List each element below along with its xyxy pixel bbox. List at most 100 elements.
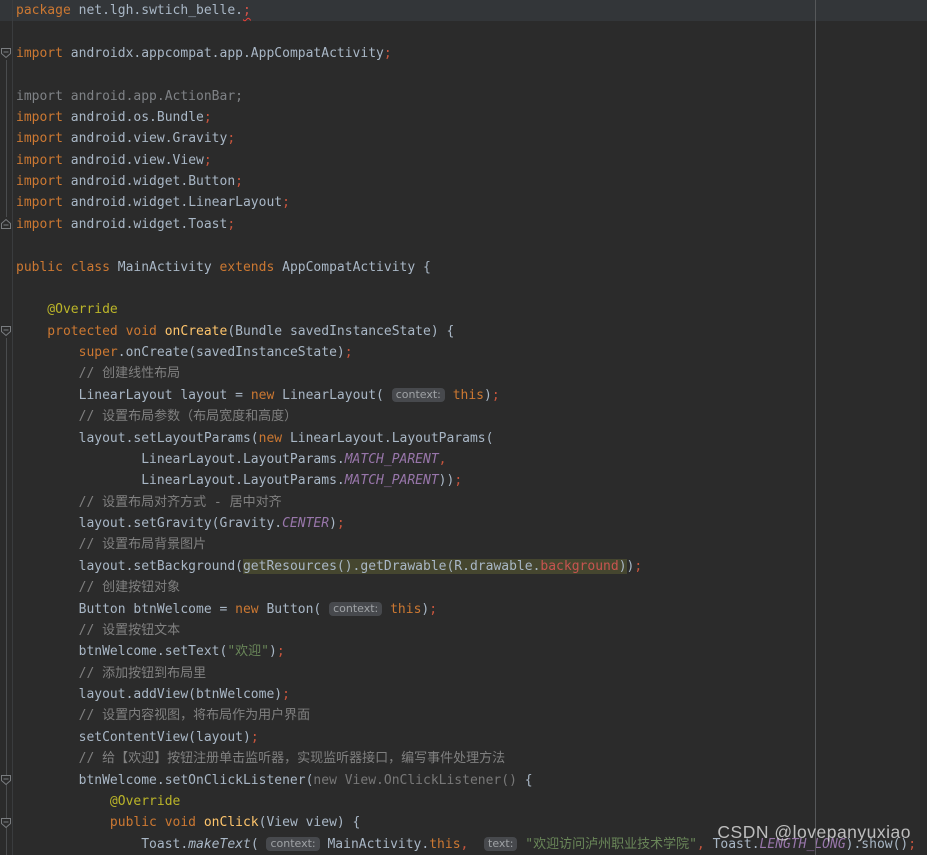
code-token: MATCH_PARENT: [344, 451, 439, 467]
code-token: ;: [235, 174, 243, 189]
code-line: // 创建线性布局: [0, 363, 927, 384]
code-token: .onCreate(savedInstanceState): [117, 345, 345, 360]
code-token: android.widget.Button: [62, 174, 236, 189]
code-token: Toast.: [704, 836, 760, 852]
code-token: public void: [16, 815, 204, 831]
code-line: // 给【欢迎】按钮注册单击监听器，实现监听器接口，编写事件处理方法: [0, 748, 927, 769]
code-token: ): [618, 558, 627, 574]
code-line: setContentView(layout);: [0, 727, 927, 748]
code-token: android.widget.Toast: [62, 216, 228, 232]
code-token: LinearLayout.LayoutParams.: [16, 473, 345, 489]
code-token: ): [268, 644, 277, 660]
code-token: android.os.Bundle: [62, 109, 204, 125]
code-token: new View.OnClickListener(): [313, 772, 525, 788]
code-token: )): [438, 473, 455, 489]
code-token: Button(: [258, 601, 330, 617]
code-token: this: [452, 387, 485, 403]
code-line: LinearLayout layout = new LinearLayout( …: [0, 385, 927, 406]
code-line: // 设置布局背景图片: [0, 534, 927, 555]
inlay-hint: context:: [329, 601, 383, 616]
code-token: LENGTH_LONG: [759, 836, 846, 852]
code-line: // 创建按钮对象: [0, 577, 927, 598]
fold-collapse-icon[interactable]: [0, 325, 12, 337]
code-token: ): [329, 516, 337, 531]
code-token: import android.app.ActionBar;: [16, 88, 243, 104]
code-token: "欢迎访问泸州职业技术学院": [525, 836, 697, 852]
code-line: import android.widget.LinearLayout;: [0, 192, 927, 213]
code-token: MainActivity: [109, 259, 220, 275]
code-token: ;: [282, 687, 290, 702]
inlay-hint: context:: [391, 387, 445, 402]
fold-collapse-icon[interactable]: [0, 817, 12, 829]
code-token: MainActivity.: [319, 836, 430, 852]
code-token: {: [524, 772, 533, 788]
code-token: ;: [336, 516, 345, 531]
right-margin-guide: [815, 0, 816, 855]
code-line: super.onCreate(savedInstanceState);: [0, 342, 927, 363]
code-token: makeText: [188, 836, 251, 852]
inlay-hint: context:: [266, 836, 320, 851]
code-token: ;: [908, 836, 917, 852]
code-line: Button btnWelcome = new Button( context:…: [0, 599, 927, 620]
code-line: import android.widget.Toast;: [0, 214, 927, 235]
code-token: extends: [219, 259, 275, 275]
code-token: @Override: [16, 302, 118, 318]
code-token: @Override: [16, 793, 181, 809]
code-line: // 添加按钮到布局里: [0, 663, 927, 684]
code-token: import: [16, 195, 63, 211]
code-token: // 设置按钮文本: [16, 622, 181, 638]
code-line: layout.setLayoutParams(new LinearLayout.…: [0, 428, 927, 449]
code-line: public void onClick(View view) {: [0, 812, 927, 833]
code-token: // 给【欢迎】按钮注册单击监听器，实现监听器接口，编写事件处理方法: [16, 751, 506, 767]
code-line: // 设置内容视图，将布局作为用户界面: [0, 705, 927, 726]
fold-region-end-icon[interactable]: [0, 218, 12, 230]
code-token: "欢迎": [227, 644, 269, 660]
code-line: // 设置布局对齐方式 - 居中对齐: [0, 492, 927, 513]
code-token: MATCH_PARENT: [344, 473, 439, 489]
code-token: net.lgh.swtich_belle.: [70, 3, 243, 18]
code-token: new: [258, 430, 283, 446]
code-token: ;: [203, 109, 212, 125]
code-token: ): [484, 387, 492, 403]
code-token: public class: [16, 259, 110, 275]
code-token: android.widget.LinearLayout: [62, 195, 283, 211]
gutter-separator: [12, 0, 13, 855]
code-token: LinearLayout layout =: [16, 387, 251, 403]
code-token: Toast.: [16, 836, 189, 852]
code-token: (View view) {: [258, 815, 361, 831]
code-token: ;: [491, 387, 500, 403]
code-token: ;: [250, 729, 259, 745]
code-line: btnWelcome.setOnClickListener(new View.O…: [0, 770, 927, 791]
code-token: // 设置布局背景图片: [16, 537, 207, 553]
code-token: ;: [203, 152, 212, 168]
code-token: new: [250, 387, 275, 403]
code-token: import: [16, 109, 63, 125]
code-token: ,: [696, 836, 705, 852]
code-token: ;: [242, 3, 251, 18]
code-line: layout.setBackground(getResources().getD…: [0, 556, 927, 577]
code-token: layout.addView(btnWelcome): [16, 687, 283, 702]
code-token: protected void: [16, 323, 165, 339]
code-line: // 设置布局参数（布局宽度和高度）: [0, 406, 927, 427]
code-token: LinearLayout.LayoutParams.: [16, 451, 345, 467]
code-lines-container: package net.lgh.swtich_belle.; import and…: [0, 0, 927, 855]
code-token: import: [16, 152, 63, 168]
code-token: layout.setLayoutParams(: [16, 430, 259, 446]
code-editor[interactable]: package net.lgh.swtich_belle.; import and…: [0, 0, 927, 855]
code-token: (Bundle savedInstanceState) {: [227, 323, 455, 339]
fold-collapse-icon[interactable]: [0, 47, 12, 59]
code-token: // 设置布局对齐方式 - 居中对齐: [16, 494, 282, 510]
fold-collapse-icon[interactable]: [0, 774, 12, 786]
code-token: super: [78, 345, 118, 360]
code-token: ,: [438, 451, 447, 467]
code-token: ;: [276, 644, 285, 660]
code-token: android.view.View: [62, 152, 204, 168]
code-line: layout.setGravity(Gravity.CENTER);: [0, 513, 927, 534]
code-line: LinearLayout.LayoutParams.MATCH_PARENT,: [0, 449, 927, 470]
code-line: Toast.makeText( context: MainActivity.th…: [0, 834, 927, 855]
code-line: import android.view.View;: [0, 150, 927, 171]
